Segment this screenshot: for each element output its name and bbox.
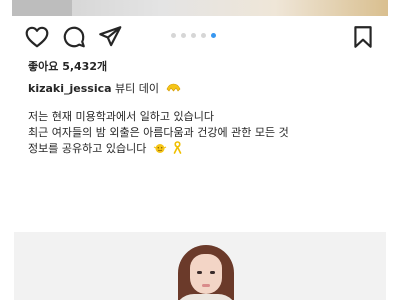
comment-icon[interactable]: [61, 24, 87, 50]
caption-line-3: 정보를 공유하고 있습니다: [28, 140, 182, 157]
person-eye-right: [210, 271, 215, 274]
send-icon[interactable]: [97, 24, 123, 50]
carousel-dot: [201, 33, 206, 38]
likes-count[interactable]: 좋아요 5,432개: [28, 58, 107, 74]
carousel-indicator: [171, 33, 216, 39]
heart-icon[interactable]: [24, 24, 50, 50]
carousel-dot: [211, 33, 216, 38]
hands-emoji-icon: [166, 82, 181, 96]
person-eye-left: [197, 271, 202, 274]
caption-line-1: 저는 현재 미용학과에서 일하고 있습니다: [28, 110, 215, 123]
image-shadow: [12, 0, 72, 16]
caption-title: 뷰티 데이: [115, 82, 160, 95]
smile-emoji-icon: [153, 142, 167, 157]
post-action-bar: [0, 22, 400, 52]
person-face: [190, 254, 222, 294]
caption-line-3-text: 정보를 공유하고 있습니다: [28, 142, 147, 155]
ribbon-emoji-icon: [173, 141, 182, 157]
bookmark-icon[interactable]: [350, 24, 376, 50]
carousel-dot: [181, 33, 186, 38]
next-post-image[interactable]: [14, 232, 386, 300]
carousel-dot: [171, 33, 176, 38]
caption-username[interactable]: kizaki_jessica: [28, 82, 112, 95]
caption-header: kizaki_jessica 뷰티 데이: [28, 80, 181, 96]
caption-line-2: 최근 여자들의 밤 외출은 아름다움과 건강에 관한 모든 것: [28, 126, 289, 139]
previous-post-image[interactable]: [12, 0, 388, 16]
carousel-dot: [191, 33, 196, 38]
person-mouth: [202, 284, 210, 287]
